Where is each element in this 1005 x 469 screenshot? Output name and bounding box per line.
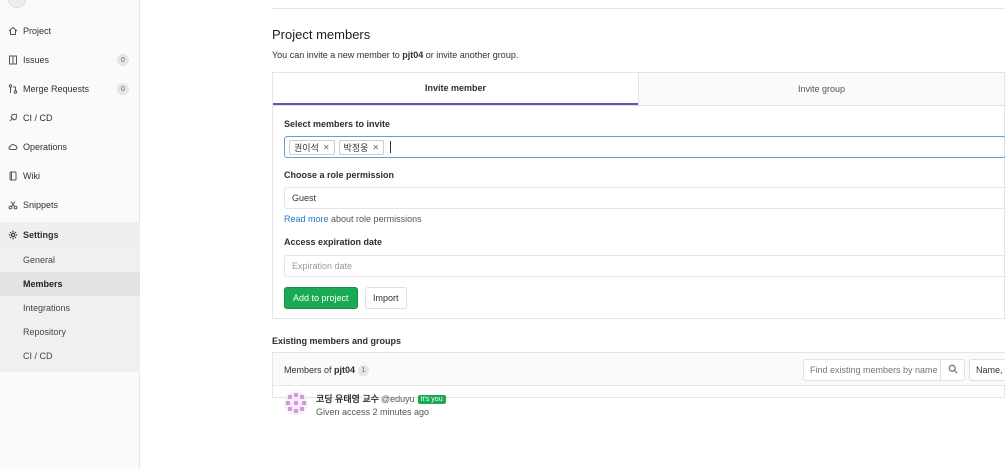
invite-tabs: Invite member Invite group — [272, 72, 1005, 105]
sidebar-item-label: Snippets — [23, 200, 59, 210]
gear-icon — [8, 230, 18, 240]
header-divider — [272, 8, 1005, 9]
book-icon — [8, 171, 18, 181]
submenu-item-integrations[interactable]: Integrations — [0, 296, 140, 320]
issues-count-badge: 0 — [117, 54, 129, 66]
sidebar-header[interactable] — [0, 0, 140, 12]
home-icon — [8, 26, 18, 36]
cloud-gear-icon — [8, 142, 18, 152]
sidebar-item-project[interactable]: Project — [0, 20, 140, 42]
member-search-input[interactable] — [804, 365, 941, 375]
read-more-link[interactable]: Read more — [284, 214, 329, 224]
members-count-badge: 1 — [358, 365, 370, 377]
select-members-label: Select members to invite — [284, 119, 391, 129]
sidebar-item-wiki[interactable]: Wiki — [0, 165, 140, 187]
role-select[interactable]: Guest — [284, 187, 1005, 209]
page-description: You can invite a new member to pjt04 or … — [272, 50, 519, 60]
rocket-icon — [8, 113, 18, 123]
member-token[interactable]: 박정웅 ✕ — [338, 139, 385, 155]
add-to-project-button[interactable]: Add to project — [284, 287, 358, 309]
sidebar-item-snippets[interactable]: Snippets — [0, 194, 140, 216]
its-you-badge: It's you — [417, 395, 446, 404]
tab-invite-group[interactable]: Invite group — [639, 73, 1004, 105]
settings-submenu: General Members Integrations Repository … — [0, 248, 140, 372]
sort-dropdown[interactable]: Name, — [969, 359, 1005, 381]
sidebar: Project Issues 0 Merge Requests 0 CI / C… — [0, 0, 140, 469]
project-avatar — [8, 0, 26, 8]
sidebar-item-label: CI / CD — [23, 113, 53, 123]
avatar — [284, 391, 308, 415]
member-name: 코딩 유태영 교수 @eduyu It's you — [316, 392, 446, 405]
merge-requests-count-badge: 0 — [117, 83, 129, 95]
sidebar-item-label: Project — [23, 26, 52, 36]
project-name: pjt04 — [402, 50, 424, 60]
members-header: Members of pjt041 Name, — [273, 353, 1005, 386]
submenu-item-ci-cd[interactable]: CI / CD — [0, 344, 140, 368]
role-label: Choose a role permission — [284, 170, 395, 180]
expiration-label: Access expiration date — [284, 237, 383, 247]
expiration-date-input[interactable]: Expiration date — [284, 255, 1005, 277]
sidebar-item-merge-requests[interactable]: Merge Requests 0 — [0, 78, 140, 100]
sidebar-item-issues[interactable]: Issues 0 — [0, 49, 140, 71]
sidebar-item-label: Operations — [23, 142, 68, 152]
member-search — [803, 359, 965, 381]
existing-members-title: Existing members and groups — [272, 336, 402, 346]
members-panel: Members of pjt041 Name, 코딩 유태영 교수@eduyu — [272, 352, 1005, 417]
sidebar-item-label: Wiki — [23, 171, 40, 181]
import-button[interactable]: Import — [365, 287, 407, 309]
remove-token-icon[interactable]: ✕ — [372, 143, 379, 152]
member-username: @eduyu — [380, 394, 415, 404]
sidebar-item-ci-cd[interactable]: CI / CD — [0, 107, 140, 129]
search-button[interactable] — [940, 360, 964, 380]
search-icon — [948, 364, 958, 376]
submenu-item-members[interactable]: Members — [0, 272, 140, 296]
members-of-label: Members of pjt04 1 — [284, 365, 370, 377]
sidebar-item-operations[interactable]: Operations — [0, 136, 140, 158]
sidebar-item-settings[interactable]: Settings — [0, 222, 140, 248]
tab-invite-member[interactable]: Invite member — [273, 73, 638, 105]
remove-token-icon[interactable]: ✕ — [323, 143, 330, 152]
text-cursor — [390, 141, 392, 153]
role-help-text: Read more about role permissions — [284, 214, 422, 224]
scissors-icon — [8, 200, 18, 210]
member-access-time: Given access 2 minutes ago — [316, 407, 430, 417]
issues-icon — [8, 55, 18, 65]
members-select-input[interactable]: 권이석 ✕ 박정웅 ✕ — [284, 136, 1005, 158]
page-title: Project members — [272, 27, 371, 42]
sidebar-item-label: Settings — [23, 230, 59, 240]
invite-member-form: Select members to invite 권이석 ✕ 박정웅 ✕ Choos… — [272, 105, 1005, 319]
submenu-item-general[interactable]: General — [0, 248, 140, 272]
merge-request-icon — [8, 84, 18, 94]
member-row: 코딩 유태영 교수 @eduyu It's you Given access 2 m… — [273, 386, 1005, 432]
sidebar-item-label: Merge Requests — [23, 84, 90, 94]
member-token[interactable]: 권이석 ✕ — [289, 139, 335, 155]
submenu-item-repository[interactable]: Repository — [0, 320, 140, 344]
sidebar-item-label: Issues — [23, 55, 50, 65]
